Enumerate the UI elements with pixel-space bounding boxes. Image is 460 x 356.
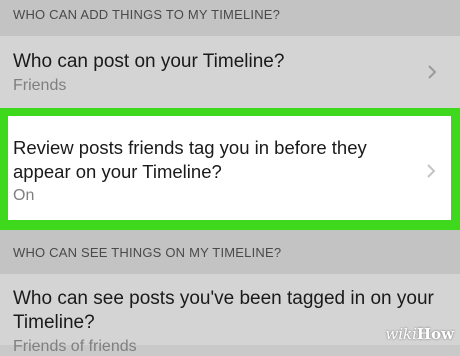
watermark-wiki: wiki <box>385 325 417 343</box>
chevron-right-icon <box>428 65 437 79</box>
row-title: Review posts friends tag you in before t… <box>13 137 367 182</box>
row-value: On <box>13 187 35 204</box>
watermark-how: How <box>416 325 454 343</box>
row-review-tagged-posts[interactable]: Review posts friends tag you in before t… <box>0 108 460 230</box>
chevron-right-icon <box>427 164 436 178</box>
section-header-who-can-see: WHO CAN SEE THINGS ON MY TIMELINE? <box>0 230 460 274</box>
row-title: Who can post on your Timeline? <box>13 51 285 72</box>
wikihow-watermark: wikiHow <box>385 325 454 343</box>
row-value: Friends <box>13 77 67 94</box>
highlighted-row-content[interactable]: Review posts friends tag you in before t… <box>8 116 451 220</box>
row-who-can-post[interactable]: Who can post on your Timeline? Friends <box>0 36 460 108</box>
section-header-who-can-add: WHO CAN ADD THINGS TO MY TIMELINE? <box>0 0 460 36</box>
